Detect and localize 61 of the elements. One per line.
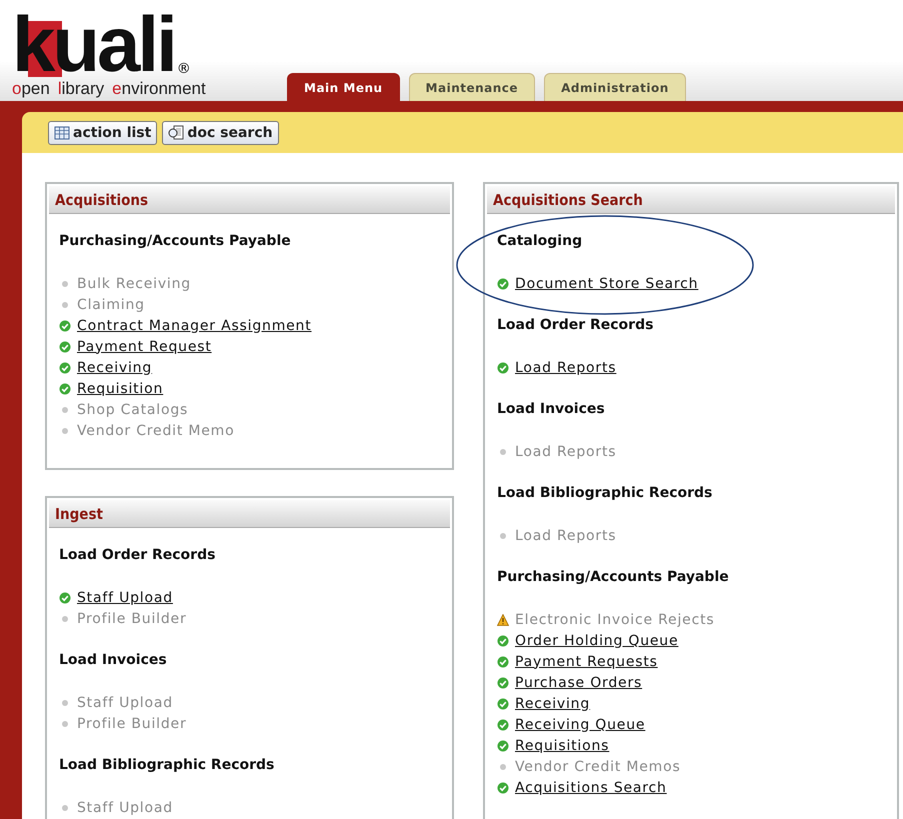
nav-tab[interactable]: Maintenance bbox=[408, 73, 536, 101]
section-heading: Load Bibliographic Records bbox=[59, 756, 276, 775]
menu-item-label: Shop Catalogs bbox=[77, 402, 188, 418]
check-icon bbox=[497, 634, 509, 646]
menu-link[interactable]: Payment Requests bbox=[515, 654, 658, 670]
menu-item-label: Profile Builder bbox=[77, 716, 186, 732]
section-heading: Purchasing/Accounts Payable bbox=[497, 568, 730, 587]
section-heading: Load Order Records bbox=[59, 546, 216, 565]
menu-link[interactable]: Receiving Queue bbox=[515, 716, 646, 732]
panel-title: Acquisitions bbox=[49, 186, 450, 214]
menu-item-label: Profile Builder bbox=[77, 610, 186, 626]
check-icon bbox=[497, 278, 509, 290]
section-heading: Load Order Records bbox=[497, 316, 654, 335]
section-heading: Cataloging bbox=[497, 232, 584, 251]
menu-link[interactable]: Acquisitions Search bbox=[515, 780, 667, 796]
check-icon bbox=[59, 362, 71, 374]
menu-item-label: Claiming bbox=[77, 296, 145, 312]
grid-icon bbox=[54, 124, 70, 140]
panel-title: Ingest bbox=[49, 500, 450, 528]
menu-link[interactable]: Payment Request bbox=[77, 338, 212, 354]
section-heading: Load Bibliographic Records bbox=[497, 484, 714, 503]
menu-link[interactable]: Receiving bbox=[515, 696, 590, 712]
section-heading: Load Invoices bbox=[497, 400, 606, 419]
menu-item-label: Load Reports bbox=[515, 444, 616, 460]
menu-link[interactable]: Requisitions bbox=[515, 738, 610, 754]
check-icon bbox=[497, 782, 509, 794]
section-heading: Load Invoices bbox=[59, 651, 168, 670]
warning-icon bbox=[497, 614, 509, 626]
check-icon bbox=[497, 676, 509, 688]
menu-link[interactable]: Receiving bbox=[77, 360, 152, 376]
check-icon bbox=[59, 320, 71, 332]
registered-mark: ® bbox=[176, 61, 191, 77]
menu-item-label: Staff Upload bbox=[77, 800, 173, 816]
section-heading: Purchasing/Accounts Payable bbox=[59, 232, 292, 251]
menu-item-label: Bulk Receiving bbox=[77, 276, 191, 292]
check-icon bbox=[497, 718, 509, 730]
check-icon bbox=[497, 362, 509, 374]
check-icon bbox=[497, 698, 509, 710]
menu-link[interactable]: Requisition bbox=[77, 380, 164, 396]
action-list-button[interactable]: action list bbox=[48, 120, 158, 144]
document-magnifier-icon bbox=[168, 124, 184, 140]
menu-link[interactable]: Order Holding Queue bbox=[515, 632, 678, 648]
menu-link[interactable]: Purchase Orders bbox=[515, 674, 642, 690]
check-icon bbox=[59, 592, 71, 604]
check-icon bbox=[497, 740, 509, 752]
menu-link[interactable]: Contract Manager Assignment bbox=[77, 318, 312, 334]
menu-link[interactable]: Document Store Search bbox=[515, 276, 698, 292]
check-icon bbox=[497, 656, 509, 668]
menu-item-label: Electronic Invoice Rejects bbox=[515, 612, 714, 628]
nav-tab[interactable]: Administration bbox=[544, 73, 686, 101]
menu-link[interactable]: Load Reports bbox=[515, 360, 616, 376]
doc-search-button[interactable]: doc search bbox=[162, 120, 279, 144]
check-icon bbox=[59, 382, 71, 394]
menu-item-label: Vendor Credit Memo bbox=[77, 422, 234, 438]
check-icon bbox=[59, 340, 71, 352]
nav-tab[interactable]: Main Menu bbox=[287, 73, 400, 101]
panel-title: Acquisitions Search bbox=[487, 186, 895, 214]
menu-item-label: Staff Upload bbox=[77, 694, 173, 710]
menu-link[interactable]: Staff Upload bbox=[77, 590, 173, 606]
menu-item-label: Vendor Credit Memos bbox=[515, 758, 681, 774]
menu-item-label: Load Reports bbox=[515, 528, 616, 544]
